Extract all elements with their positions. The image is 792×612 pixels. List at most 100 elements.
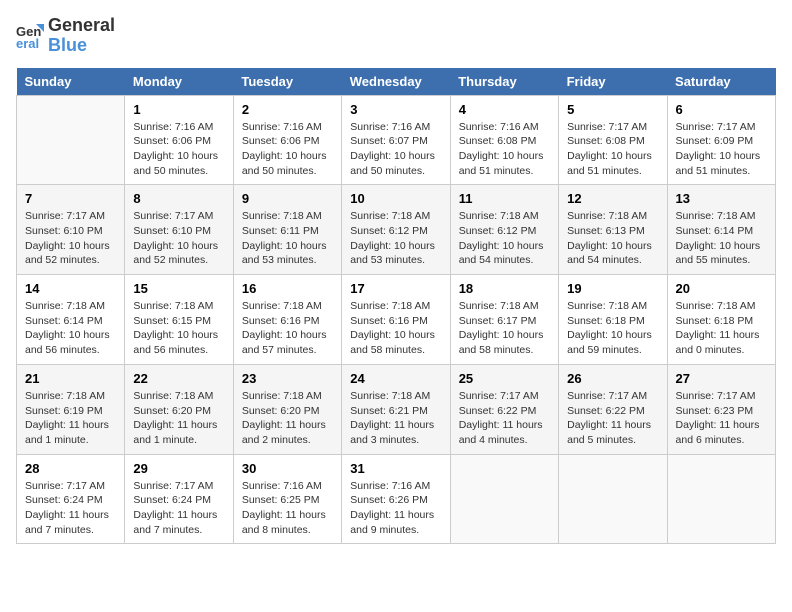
- calendar-cell: 10 Sunrise: 7:18 AM Sunset: 6:12 PM Dayli…: [342, 185, 450, 275]
- day-info: Sunrise: 7:16 AM Sunset: 6:06 PM Dayligh…: [133, 120, 224, 179]
- column-header-monday: Monday: [125, 68, 233, 96]
- day-number: 20: [676, 281, 767, 296]
- calendar-cell: 30 Sunrise: 7:16 AM Sunset: 6:25 PM Dayli…: [233, 454, 341, 544]
- day-number: 23: [242, 371, 333, 386]
- day-info: Sunrise: 7:16 AM Sunset: 6:08 PM Dayligh…: [459, 120, 550, 179]
- calendar-week-5: 28 Sunrise: 7:17 AM Sunset: 6:24 PM Dayli…: [17, 454, 776, 544]
- day-info: Sunrise: 7:17 AM Sunset: 6:10 PM Dayligh…: [133, 209, 224, 268]
- calendar-cell: 22Sunrise: 7:18 AM Sunset: 6:20 PM Dayli…: [125, 364, 233, 454]
- day-info: Sunrise: 7:18 AM Sunset: 6:12 PM Dayligh…: [350, 209, 441, 268]
- calendar-cell: 26 Sunrise: 7:17 AM Sunset: 6:22 PM Dayli…: [559, 364, 667, 454]
- calendar-week-4: 21Sunrise: 7:18 AM Sunset: 6:19 PM Dayli…: [17, 364, 776, 454]
- column-header-thursday: Thursday: [450, 68, 558, 96]
- day-info: Sunrise: 7:17 AM Sunset: 6:24 PM Dayligh…: [25, 479, 116, 538]
- day-info: Sunrise: 7:17 AM Sunset: 6:09 PM Dayligh…: [676, 120, 767, 179]
- day-number: 19: [567, 281, 658, 296]
- day-info: Sunrise: 7:18 AM Sunset: 6:18 PM Dayligh…: [676, 299, 767, 358]
- day-info: Sunrise: 7:18 AM Sunset: 6:20 PM Dayligh…: [133, 389, 224, 448]
- day-info: Sunrise: 7:18 AM Sunset: 6:11 PM Dayligh…: [242, 209, 333, 268]
- column-header-friday: Friday: [559, 68, 667, 96]
- calendar-cell: 16 Sunrise: 7:18 AM Sunset: 6:16 PM Dayli…: [233, 275, 341, 365]
- calendar-cell: 23 Sunrise: 7:18 AM Sunset: 6:20 PM Dayli…: [233, 364, 341, 454]
- day-number: 24: [350, 371, 441, 386]
- day-number: 16: [242, 281, 333, 296]
- day-number: 9: [242, 191, 333, 206]
- day-number: 3: [350, 102, 441, 117]
- calendar-week-3: 14 Sunrise: 7:18 AM Sunset: 6:14 PM Dayli…: [17, 275, 776, 365]
- column-header-sunday: Sunday: [17, 68, 125, 96]
- calendar-cell: 12 Sunrise: 7:18 AM Sunset: 6:13 PM Dayli…: [559, 185, 667, 275]
- day-number: 26: [567, 371, 658, 386]
- day-number: 30: [242, 461, 333, 476]
- calendar-cell: [559, 454, 667, 544]
- calendar-cell: 19 Sunrise: 7:18 AM Sunset: 6:18 PM Dayli…: [559, 275, 667, 365]
- column-header-tuesday: Tuesday: [233, 68, 341, 96]
- day-number: 1: [133, 102, 224, 117]
- day-info: Sunrise: 7:17 AM Sunset: 6:08 PM Dayligh…: [567, 120, 658, 179]
- logo: Gen eral General Blue: [16, 16, 115, 56]
- day-info: Sunrise: 7:18 AM Sunset: 6:12 PM Dayligh…: [459, 209, 550, 268]
- day-info: Sunrise: 7:18 AM Sunset: 6:16 PM Dayligh…: [350, 299, 441, 358]
- calendar-cell: 7 Sunrise: 7:17 AM Sunset: 6:10 PM Daylig…: [17, 185, 125, 275]
- day-number: 11: [459, 191, 550, 206]
- day-info: Sunrise: 7:18 AM Sunset: 6:13 PM Dayligh…: [567, 209, 658, 268]
- calendar-cell: 13Sunrise: 7:18 AM Sunset: 6:14 PM Dayli…: [667, 185, 775, 275]
- day-info: Sunrise: 7:18 AM Sunset: 6:14 PM Dayligh…: [25, 299, 116, 358]
- calendar-table: SundayMondayTuesdayWednesdayThursdayFrid…: [16, 68, 776, 545]
- column-header-wednesday: Wednesday: [342, 68, 450, 96]
- calendar-cell: 20 Sunrise: 7:18 AM Sunset: 6:18 PM Dayli…: [667, 275, 775, 365]
- day-number: 7: [25, 191, 116, 206]
- day-number: 12: [567, 191, 658, 206]
- day-number: 10: [350, 191, 441, 206]
- day-number: 29: [133, 461, 224, 476]
- calendar-cell: [667, 454, 775, 544]
- day-info: Sunrise: 7:18 AM Sunset: 6:17 PM Dayligh…: [459, 299, 550, 358]
- day-number: 31: [350, 461, 441, 476]
- page-header: Gen eral General Blue: [16, 16, 776, 56]
- day-info: Sunrise: 7:16 AM Sunset: 6:06 PM Dayligh…: [242, 120, 333, 179]
- day-info: Sunrise: 7:17 AM Sunset: 6:22 PM Dayligh…: [567, 389, 658, 448]
- day-number: 13: [676, 191, 767, 206]
- day-info: Sunrise: 7:18 AM Sunset: 6:19 PM Dayligh…: [25, 389, 116, 448]
- calendar-cell: 6 Sunrise: 7:17 AM Sunset: 6:09 PM Daylig…: [667, 95, 775, 185]
- calendar-week-2: 7 Sunrise: 7:17 AM Sunset: 6:10 PM Daylig…: [17, 185, 776, 275]
- svg-text:eral: eral: [16, 36, 39, 50]
- day-info: Sunrise: 7:18 AM Sunset: 6:20 PM Dayligh…: [242, 389, 333, 448]
- day-info: Sunrise: 7:18 AM Sunset: 6:16 PM Dayligh…: [242, 299, 333, 358]
- calendar-week-1: 1 Sunrise: 7:16 AM Sunset: 6:06 PM Daylig…: [17, 95, 776, 185]
- calendar-cell: 15Sunrise: 7:18 AM Sunset: 6:15 PM Dayli…: [125, 275, 233, 365]
- calendar-cell: 25 Sunrise: 7:17 AM Sunset: 6:22 PM Dayli…: [450, 364, 558, 454]
- calendar-cell: 29 Sunrise: 7:17 AM Sunset: 6:24 PM Dayli…: [125, 454, 233, 544]
- calendar-cell: 31 Sunrise: 7:16 AM Sunset: 6:26 PM Dayli…: [342, 454, 450, 544]
- day-info: Sunrise: 7:18 AM Sunset: 6:21 PM Dayligh…: [350, 389, 441, 448]
- calendar-cell: 27Sunrise: 7:17 AM Sunset: 6:23 PM Dayli…: [667, 364, 775, 454]
- day-info: Sunrise: 7:18 AM Sunset: 6:18 PM Dayligh…: [567, 299, 658, 358]
- day-info: Sunrise: 7:17 AM Sunset: 6:10 PM Dayligh…: [25, 209, 116, 268]
- calendar-cell: 8Sunrise: 7:17 AM Sunset: 6:10 PM Daylig…: [125, 185, 233, 275]
- calendar-cell: 18Sunrise: 7:18 AM Sunset: 6:17 PM Dayli…: [450, 275, 558, 365]
- calendar-cell: 28 Sunrise: 7:17 AM Sunset: 6:24 PM Dayli…: [17, 454, 125, 544]
- day-info: Sunrise: 7:17 AM Sunset: 6:22 PM Dayligh…: [459, 389, 550, 448]
- day-number: 25: [459, 371, 550, 386]
- calendar-cell: 21Sunrise: 7:18 AM Sunset: 6:19 PM Dayli…: [17, 364, 125, 454]
- calendar-cell: 3Sunrise: 7:16 AM Sunset: 6:07 PM Daylig…: [342, 95, 450, 185]
- day-info: Sunrise: 7:18 AM Sunset: 6:15 PM Dayligh…: [133, 299, 224, 358]
- calendar-cell: 14 Sunrise: 7:18 AM Sunset: 6:14 PM Dayli…: [17, 275, 125, 365]
- calendar-header-row: SundayMondayTuesdayWednesdayThursdayFrid…: [17, 68, 776, 96]
- logo-icon: Gen eral: [16, 22, 44, 50]
- calendar-cell: 11 Sunrise: 7:18 AM Sunset: 6:12 PM Dayli…: [450, 185, 558, 275]
- day-info: Sunrise: 7:17 AM Sunset: 6:24 PM Dayligh…: [133, 479, 224, 538]
- calendar-cell: 4Sunrise: 7:16 AM Sunset: 6:08 PM Daylig…: [450, 95, 558, 185]
- calendar-cell: 17 Sunrise: 7:18 AM Sunset: 6:16 PM Dayli…: [342, 275, 450, 365]
- day-number: 17: [350, 281, 441, 296]
- day-info: Sunrise: 7:16 AM Sunset: 6:26 PM Dayligh…: [350, 479, 441, 538]
- day-info: Sunrise: 7:17 AM Sunset: 6:23 PM Dayligh…: [676, 389, 767, 448]
- day-info: Sunrise: 7:16 AM Sunset: 6:25 PM Dayligh…: [242, 479, 333, 538]
- calendar-cell: 9 Sunrise: 7:18 AM Sunset: 6:11 PM Daylig…: [233, 185, 341, 275]
- logo-text: General Blue: [48, 16, 115, 56]
- calendar-cell: 1 Sunrise: 7:16 AM Sunset: 6:06 PM Daylig…: [125, 95, 233, 185]
- day-number: 14: [25, 281, 116, 296]
- calendar-cell: [17, 95, 125, 185]
- day-number: 6: [676, 102, 767, 117]
- day-number: 28: [25, 461, 116, 476]
